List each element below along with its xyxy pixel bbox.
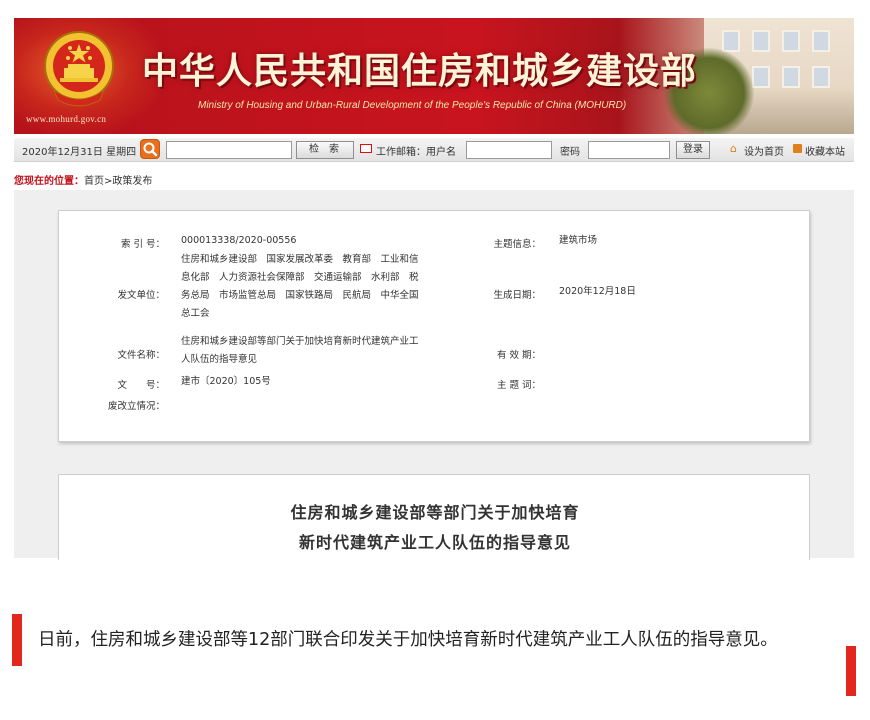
current-date: 2020年12月31日 星期四 [22,147,137,158]
password-field[interactable] [588,141,670,159]
issuer-line: 务总局 市场监管总局 国家铁路局 民航局 中华全国 [181,290,419,301]
validity-label: 有 效 期： [496,350,541,361]
revision-status-label: 废改立情况： [107,401,165,412]
issuer-label: 发文单位： [117,290,165,301]
site-banner: www.mohurd.gov.cn 中华人民共和国住房和城乡建设部 Minist… [14,18,854,134]
national-emblem-icon [44,31,114,107]
topic-label: 主题信息： [493,239,541,250]
document-info-panel: 索 引 号： 000013338/2020-00556 主题信息： 建筑市场 发… [58,210,810,442]
bookmark-icon [793,144,802,153]
document-title-line2: 新时代建筑产业工人队伍的指导意见 [298,533,571,552]
filename-line: 住房和城乡建设部等部门关于加快培育新时代建筑产业工 [181,336,419,347]
search-button[interactable]: 检索 [296,141,354,159]
accent-bar-right [846,646,856,696]
filename-label: 文件名称： [117,350,165,361]
issuer-value: 住房和城乡建设部 国家发展改革委 教育部 工业和信 息化部 人力资源社会保障部 … [181,251,443,323]
breadcrumb: 您现在的位置：首页>政策发布 [14,172,152,187]
password-label: 密码 [560,147,580,158]
accent-bar-left [12,614,22,666]
filename-line: 人队伍的指导意见 [181,354,258,365]
mail-username-label: 工作邮箱：用户名 [376,147,456,158]
topic-value: 建筑市场 [559,235,598,246]
search-input[interactable] [166,141,292,159]
mail-icon [360,144,372,153]
issuer-line: 住房和城乡建设部 国家发展改革委 教育部 工业和信 [181,254,419,265]
created-date-value: 2020年12月18日 [559,286,636,297]
site-url[interactable]: www.mohurd.gov.cn [26,114,106,124]
filename-value: 住房和城乡建设部等部门关于加快培育新时代建筑产业工 人队伍的指导意见 [181,333,443,369]
breadcrumb-path[interactable]: 首页>政策发布 [84,176,152,187]
keywords-label: 主 题 词： [496,380,541,391]
username-field[interactable] [466,141,552,159]
index-value: 000013338/2020-00556 [181,235,297,246]
doc-number-value: 建市〔2020〕105号 [181,376,271,387]
site-subtitle: Ministry of Housing and Urban-Rural Deve… [198,100,627,111]
article-paragraph: 日前，住房和城乡建设部等12部门联合印发关于加快培育新时代建筑产业工人队伍的指导… [38,630,778,650]
doc-number-label: 文 号： [117,380,165,391]
created-date-label: 生成日期： [493,290,541,301]
set-homepage-link[interactable]: 设为首页 [744,143,784,158]
home-icon: ⌂ [730,142,737,155]
search-icon[interactable] [140,139,160,159]
site-title: 中华人民共和国住房和城乡建设部 [142,50,698,92]
document-title-panel: 住房和城乡建设部等部门关于加快培育 新时代建筑产业工人队伍的指导意见 [58,474,810,560]
breadcrumb-prefix: 您现在的位置： [14,176,84,187]
index-label: 索 引 号： [120,239,165,250]
issuer-line: 总工会 [181,308,210,319]
login-button[interactable]: 登录 [676,141,710,159]
bookmark-site-link[interactable]: 收藏本站 [805,143,845,158]
document-title-line1: 住房和城乡建设部等部门关于加快培育 [290,503,580,522]
top-toolbar: 2020年12月31日 星期四 检索 工作邮箱：用户名 密码 登录 ⌂ 设为首页… [14,138,854,162]
issuer-line: 息化部 人力资源社会保障部 交通运输部 水利部 税 [181,272,419,283]
